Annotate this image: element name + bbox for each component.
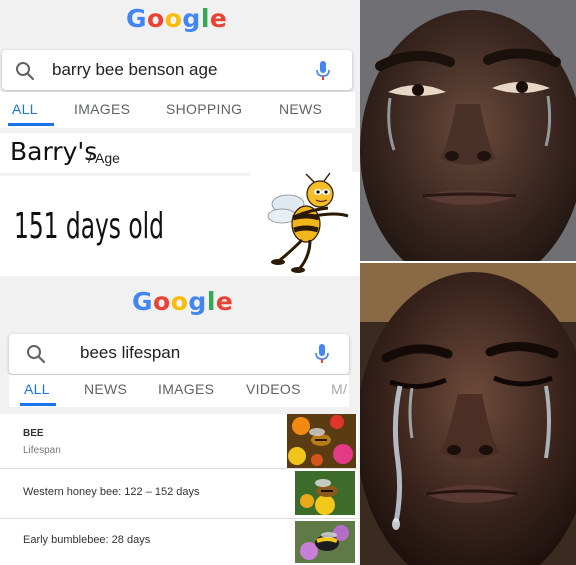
- answer-value: 151 days old: [14, 206, 164, 247]
- microphone-icon[interactable]: [314, 343, 330, 365]
- result-subtitle: Lifespan: [23, 445, 61, 456]
- google-logo-bottom: Google: [132, 287, 233, 316]
- crying-face-image-bottom: [360, 262, 576, 565]
- result-text: Early bumblebee: 28 days: [23, 534, 151, 546]
- bottom-search-panel: Google bees lifespan ALL NEWS IMAGES VID…: [0, 278, 360, 565]
- tab-all[interactable]: ALL: [24, 381, 50, 397]
- search-input[interactable]: barry bee benson age: [52, 60, 217, 80]
- search-box-top[interactable]: barry bee benson age: [2, 50, 352, 90]
- tab-news[interactable]: NEWS: [84, 381, 127, 397]
- logo-letter: o: [164, 4, 183, 33]
- barry-bee-image: [250, 172, 360, 276]
- google-logo-top: Google: [126, 4, 227, 33]
- search-icon: [27, 345, 46, 364]
- top-search-panel: Google barry bee benson age ALL IMAGES S…: [0, 0, 360, 278]
- logo-letter: g: [182, 4, 201, 33]
- logo-letter: G: [126, 4, 148, 33]
- result-text: Western honey bee: 122 – 152 days: [23, 486, 200, 498]
- logo-letter: g: [188, 287, 207, 316]
- tabs-bar-bottom: ALL NEWS IMAGES VIDEOS M/: [9, 375, 349, 407]
- microphone-icon[interactable]: [315, 60, 331, 82]
- logo-letter: o: [170, 287, 189, 316]
- logo-letter: e: [215, 287, 234, 316]
- logo-letter: o: [153, 287, 171, 316]
- answer-subtitle: / Age: [88, 150, 120, 166]
- search-box-bottom[interactable]: bees lifespan: [9, 334, 349, 374]
- panel-divider: [360, 261, 576, 263]
- logo-letter: e: [209, 4, 228, 33]
- result-card-bee[interactable]: BEE Lifespan: [0, 414, 358, 469]
- answer-card: Barry's / Age: [0, 133, 352, 173]
- result-card-bumblebee[interactable]: Early bumblebee: 28 days: [0, 519, 358, 565]
- answer-title: Barry's: [10, 137, 98, 166]
- active-tab-indicator: [8, 123, 54, 126]
- bee-flower-thumbnail: [287, 414, 356, 468]
- tab-more[interactable]: M/: [331, 381, 347, 397]
- search-input[interactable]: bees lifespan: [80, 343, 180, 363]
- search-icon: [16, 62, 35, 81]
- tabs-bar-top: ALL IMAGES SHOPPING NEWS: [0, 92, 355, 128]
- crying-face-image-top: [360, 0, 576, 262]
- tab-shopping[interactable]: SHOPPING: [166, 101, 242, 117]
- honey-bee-thumbnail: [295, 471, 355, 515]
- tab-videos[interactable]: VIDEOS: [246, 381, 301, 397]
- result-card-honey-bee[interactable]: Western honey bee: 122 – 152 days: [0, 469, 358, 519]
- logo-letter: l: [200, 4, 210, 33]
- tab-images[interactable]: IMAGES: [74, 101, 130, 117]
- tab-news[interactable]: NEWS: [279, 101, 322, 117]
- logo-letter: G: [132, 287, 154, 316]
- result-title: BEE: [23, 428, 44, 439]
- crying-face-drawing: [360, 0, 576, 262]
- crying-face-drawing: [360, 262, 576, 565]
- logo-letter: l: [206, 287, 216, 316]
- logo-letter: o: [147, 4, 165, 33]
- bumblebee-thumbnail: [295, 521, 355, 563]
- tab-all[interactable]: ALL: [12, 101, 38, 117]
- tab-images[interactable]: IMAGES: [158, 381, 214, 397]
- active-tab-indicator: [20, 403, 56, 406]
